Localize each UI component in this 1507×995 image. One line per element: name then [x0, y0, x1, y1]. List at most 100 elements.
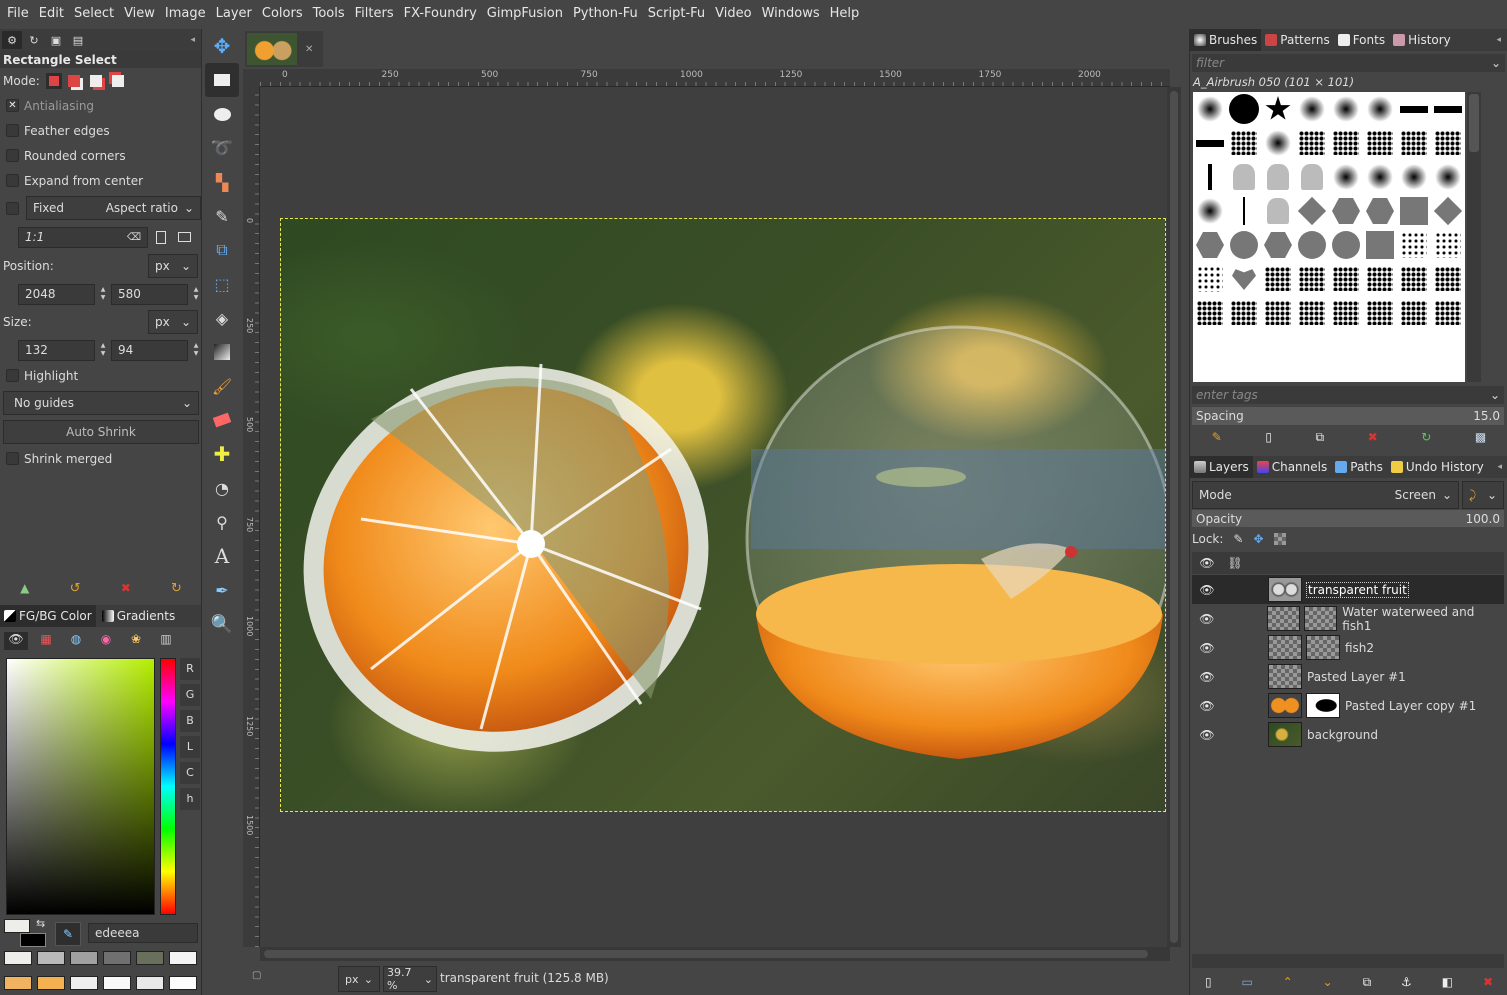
- layer-row[interactable]: 👁 transparent fruit: [1192, 575, 1504, 604]
- tab-paths[interactable]: Paths: [1331, 456, 1387, 478]
- vertical-scrollbar[interactable]: [1167, 87, 1181, 947]
- auto-shrink-button[interactable]: Auto Shrink: [3, 420, 199, 444]
- brush-scrollbar[interactable]: [1467, 92, 1481, 382]
- brush-cell[interactable]: [1397, 126, 1431, 160]
- dashboard-tab-icon[interactable]: ▤: [68, 31, 88, 49]
- brush-cell[interactable]: [1329, 262, 1363, 296]
- brush-cell[interactable]: [1227, 160, 1261, 194]
- tab-fonts[interactable]: Fonts: [1334, 29, 1389, 51]
- menu-filters[interactable]: Filters: [350, 0, 399, 27]
- channel-l-button[interactable]: L: [180, 736, 200, 758]
- lower-layer-icon[interactable]: ⌄: [1323, 975, 1333, 989]
- duplicate-brush-icon[interactable]: ⧉: [1316, 430, 1325, 445]
- layer-name[interactable]: Water waterweed and fish1: [1342, 605, 1504, 633]
- layer-name[interactable]: Pasted Layer copy #1: [1345, 699, 1476, 713]
- layer-row[interactable]: 👁 Pasted Layer copy #1: [1192, 691, 1504, 720]
- channel-r-button[interactable]: R: [180, 658, 200, 680]
- horizontal-scroll-thumb[interactable]: [264, 950, 1148, 958]
- tab-layers[interactable]: Layers: [1190, 456, 1253, 478]
- menu-tools[interactable]: Tools: [308, 0, 350, 27]
- position-x-input[interactable]: 2048: [18, 283, 96, 305]
- device-status-tab-icon[interactable]: ↻: [24, 31, 44, 49]
- brush-cell[interactable]: [1261, 194, 1295, 228]
- brush-scroll-thumb[interactable]: [1469, 94, 1479, 152]
- brush-cell[interactable]: [1227, 194, 1261, 228]
- duplicate-layer-icon[interactable]: ⧉: [1363, 975, 1372, 990]
- smudge-tool-icon[interactable]: ◔: [205, 471, 239, 505]
- layer-name[interactable]: background: [1307, 728, 1378, 742]
- hue-strip[interactable]: [160, 658, 176, 915]
- channel-h-button[interactable]: h: [180, 788, 200, 810]
- color-picker-tool-icon[interactable]: ✒: [205, 573, 239, 607]
- layer-row[interactable]: 👁 Water waterweed and fish1: [1192, 604, 1504, 633]
- unified-transform-icon[interactable]: ⧉: [205, 233, 239, 267]
- brush-cell[interactable]: [1227, 126, 1261, 160]
- tab-history[interactable]: History: [1389, 29, 1455, 51]
- brush-cell[interactable]: [1193, 228, 1227, 262]
- layer-mode-combo[interactable]: Mode Screen ⌄: [1192, 481, 1459, 509]
- size-unit-combo[interactable]: px ⌄: [148, 310, 198, 334]
- history-swatch[interactable]: [103, 951, 131, 965]
- brush-cell[interactable]: [1295, 262, 1329, 296]
- menu-colors[interactable]: Colors: [257, 0, 308, 27]
- lock-alpha-icon[interactable]: [1273, 533, 1286, 545]
- menu-python-fu[interactable]: Python-Fu: [568, 0, 643, 27]
- highlight-checkbox[interactable]: [6, 369, 19, 382]
- menu-view[interactable]: View: [119, 0, 160, 27]
- tags-input[interactable]: enter tags ⌄: [1192, 386, 1504, 404]
- layer-name[interactable]: fish2: [1345, 641, 1374, 655]
- channel-b-button[interactable]: B: [180, 710, 200, 732]
- brush-cell[interactable]: [1397, 92, 1431, 126]
- menu-windows[interactable]: Windows: [757, 0, 825, 27]
- expand-checkbox[interactable]: [6, 174, 19, 187]
- new-layer-group-icon[interactable]: ▭: [1241, 975, 1252, 989]
- warp-transform-icon[interactable]: ⬚: [205, 267, 239, 301]
- refresh-brushes-icon[interactable]: ↻: [1421, 430, 1431, 444]
- mode-intersect-icon[interactable]: [111, 74, 124, 87]
- brush-cell[interactable]: [1397, 160, 1431, 194]
- history-swatch[interactable]: [70, 976, 98, 990]
- brush-cell[interactable]: [1329, 228, 1363, 262]
- brush-cell[interactable]: [1329, 126, 1363, 160]
- layer-row[interactable]: 👁 fish2: [1192, 633, 1504, 662]
- history-swatch[interactable]: [37, 951, 65, 965]
- edit-brush-icon[interactable]: ✎: [1212, 430, 1222, 444]
- lock-pixels-icon[interactable]: ✎: [1233, 532, 1243, 546]
- brush-cell[interactable]: [1261, 228, 1295, 262]
- palette-selector-icon[interactable]: ❀: [124, 632, 148, 648]
- eye-icon[interactable]: 👁: [1192, 728, 1222, 742]
- tab-brushes[interactable]: Brushes: [1190, 29, 1262, 51]
- brush-cell[interactable]: [1295, 194, 1329, 228]
- brush-cell[interactable]: [1397, 296, 1431, 330]
- gradient-tool-icon[interactable]: [205, 335, 239, 369]
- tab-undo-history[interactable]: Undo History: [1387, 456, 1488, 478]
- menu-layer[interactable]: Layer: [211, 0, 257, 27]
- layer-row[interactable]: 👁 Pasted Layer #1: [1192, 662, 1504, 691]
- size-w-input[interactable]: 132: [18, 339, 96, 361]
- raise-layer-icon[interactable]: ⌃: [1283, 975, 1293, 989]
- eye-icon[interactable]: 👁: [1192, 583, 1222, 597]
- tab-gradients[interactable]: Gradients: [98, 605, 179, 627]
- delete-brush-icon[interactable]: ✖: [1368, 430, 1378, 444]
- watercolor-selector-icon[interactable]: ◍: [64, 632, 88, 648]
- brush-cell[interactable]: [1193, 126, 1227, 160]
- brush-cell[interactable]: [1329, 296, 1363, 330]
- layer-name[interactable]: Pasted Layer #1: [1307, 670, 1406, 684]
- heal-tool-icon[interactable]: ✚: [205, 437, 239, 471]
- mode-replace-icon[interactable]: [45, 72, 62, 89]
- eye-icon[interactable]: 👁: [1192, 699, 1222, 713]
- brush-cell[interactable]: [1261, 92, 1295, 126]
- mode-subtract-icon[interactable]: [89, 74, 102, 87]
- ellipse-select-tool-icon[interactable]: [205, 97, 239, 131]
- brush-cell[interactable]: [1431, 160, 1465, 194]
- tab-channels[interactable]: Channels: [1253, 456, 1332, 478]
- bg-color-swatch[interactable]: [20, 933, 46, 947]
- brush-cell[interactable]: [1397, 228, 1431, 262]
- position-unit-combo[interactable]: px ⌄: [148, 254, 198, 278]
- brush-cell[interactable]: [1363, 194, 1397, 228]
- spacing-slider[interactable]: Spacing 15.0: [1192, 407, 1504, 425]
- zoom-combo[interactable]: 39.7 % ⌄: [383, 966, 437, 992]
- brush-cell[interactable]: [1193, 160, 1227, 194]
- free-select-tool-icon[interactable]: ➰: [205, 131, 239, 165]
- spin-icon[interactable]: ▲ ▼: [98, 340, 108, 361]
